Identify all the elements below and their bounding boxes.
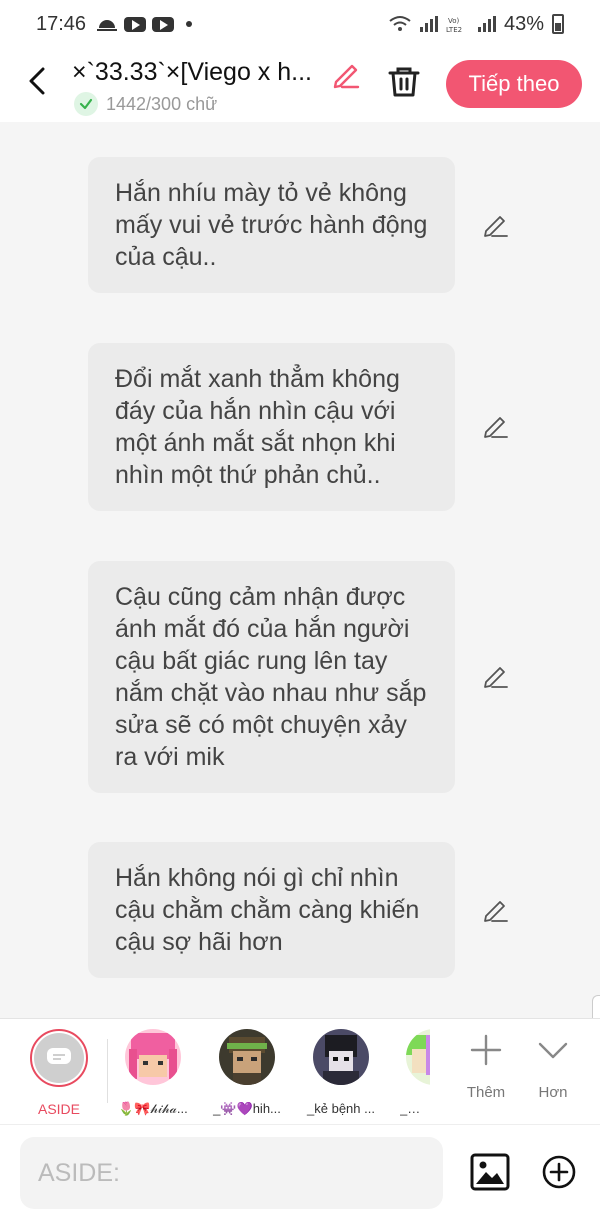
word-count: 1442/300 chữ [106,93,218,114]
word-count-row: 1442/300 chữ [74,92,217,116]
status-time: 17:46 [36,12,87,35]
pencil-icon [484,216,508,237]
edit-message-button[interactable] [482,210,510,238]
avatar [125,1029,181,1085]
chevron-down-icon [538,1042,568,1059]
composer [0,1124,600,1218]
delete-button[interactable] [386,64,422,100]
edit-message-button[interactable] [482,661,510,689]
character-name: _🎋🕸... [400,1101,430,1116]
edit-message-button[interactable] [482,895,510,923]
svg-text:Vo): Vo) [448,17,460,25]
message-bubble[interactable]: Hắn nhíu mày tỏ vẻ không mấy vui vẻ trướ… [88,157,455,293]
avatar [313,1029,369,1085]
aside-label: ASIDE [37,1101,80,1117]
status-bar: 17:46 Vo) LTE2 43% [0,0,600,48]
edit-message-button[interactable] [482,411,510,439]
character-bar: ASIDE 🌷🎀𝒽𝒾𝒽𝒶... _👾💜hih... _kẻ bệnh ... _… [0,1018,600,1124]
battery-icon [552,14,564,34]
volte-icon: Vo)LTE2 [446,17,462,33]
youtube-icon [152,16,175,32]
add-character-button[interactable]: Thêm [456,1033,516,1101]
more-button[interactable]: Hơn [523,1033,583,1101]
pencil-icon [484,417,508,438]
notification-dot [186,21,193,27]
avatar [219,1029,275,1085]
character-name: _👾💜hih... [213,1101,281,1116]
character-item[interactable]: _👾💜hih... [212,1029,282,1117]
story-title[interactable]: ×`33.33`×[Viego x h... [72,58,332,87]
plus-circle-icon [542,1155,576,1189]
pencil-icon [484,667,508,688]
add-character-label: Thêm [466,1084,506,1101]
image-icon [470,1153,510,1191]
edit-title-button[interactable] [330,58,362,90]
back-arrow-icon [29,67,45,95]
insert-image-button[interactable] [470,1153,510,1191]
character-item[interactable]: _🎋🕸... [400,1029,430,1117]
more-label: Hơn [538,1084,568,1101]
wifi-icon [389,16,411,31]
chat-bubble-icon [47,1048,71,1064]
youtube-icon [124,16,147,32]
character-item[interactable]: _kẻ bệnh ... [306,1029,376,1116]
add-button[interactable] [542,1155,576,1189]
character-aside[interactable]: ASIDE [24,1029,94,1117]
pencil-icon [484,901,508,922]
avatar [406,1029,430,1085]
battery-percent: 43% [503,12,544,35]
character-item[interactable]: 🌷🎀𝒽𝒾𝒽𝒶... [118,1029,188,1117]
back-button[interactable] [22,66,52,96]
character-name: _kẻ bệnh ... [307,1101,375,1116]
message-bubble[interactable]: Hắn không nói gì chỉ nhìn cậu chằm chằm … [88,842,455,978]
pencil-icon [333,64,360,89]
character-name: 🌷🎀𝒽𝒾𝒽𝒶... [118,1101,188,1116]
status-notification-icons [96,16,193,32]
signal-icon [419,16,438,32]
check-icon [74,92,98,116]
editor-header: ×`33.33`×[Viego x h... 1442/300 chữ Tiếp… [0,48,600,122]
svg-text:LTE2: LTE2 [446,26,462,33]
weather-icon [97,20,118,31]
trash-icon [388,67,420,97]
message-bubble[interactable]: Đổi mắt xanh thẳm không đáy của hắn nhìn… [88,343,455,511]
aside-avatar [30,1029,88,1087]
plus-icon [470,1034,502,1066]
message-bubble[interactable]: Cậu cũng cảm nhận được ánh mắt đó của hắ… [88,561,455,793]
next-button[interactable]: Tiếp theo [446,60,582,108]
message-input[interactable] [20,1137,443,1209]
signal-icon [477,16,496,32]
divider [107,1039,108,1103]
